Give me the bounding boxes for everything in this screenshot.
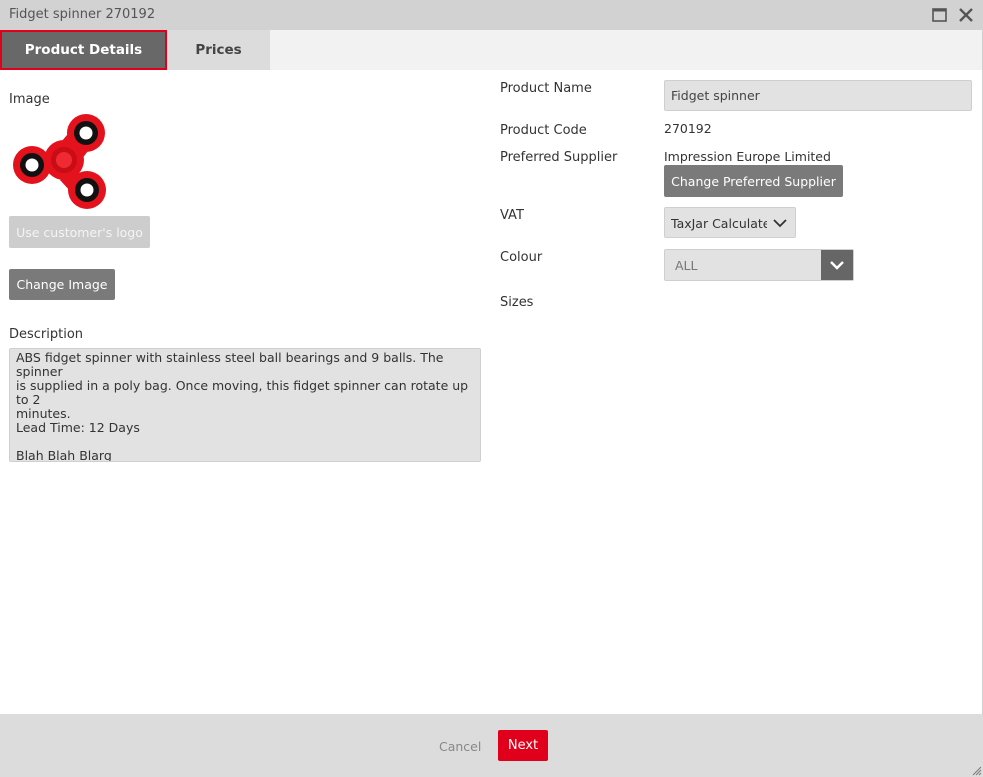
maximize-icon[interactable]	[931, 6, 949, 24]
tab-product-details[interactable]: Product Details	[0, 30, 167, 70]
change-image-button[interactable]: Change Image	[9, 269, 115, 300]
preferred-supplier-value: Impression Europe Limited	[664, 149, 831, 164]
colour-label: Colour	[500, 250, 543, 265]
chevron-down-icon	[830, 261, 844, 270]
colour-dropdown-toggle[interactable]	[821, 250, 853, 280]
next-button[interactable]: Next	[498, 730, 548, 761]
colour-select[interactable]: ALL	[664, 249, 854, 281]
cancel-button[interactable]: Cancel	[439, 739, 481, 754]
use-customer-logo-button[interactable]: Use customer's logo	[9, 216, 150, 248]
window-title: Fidget spinner 270192	[9, 7, 156, 22]
tab-prices[interactable]: Prices	[167, 30, 270, 70]
product-code-label: Product Code	[500, 123, 587, 138]
title-bar: Fidget spinner 270192	[0, 0, 983, 30]
change-preferred-supplier-button[interactable]: Change Preferred Supplier	[664, 165, 843, 197]
product-name-label: Product Name	[500, 81, 592, 96]
chevron-down-icon	[773, 219, 787, 228]
tab-bar: Product Details Prices	[0, 30, 983, 70]
description-textarea[interactable]: ABS fidget spinner with stainless steel …	[9, 348, 481, 462]
description-label: Description	[9, 327, 84, 342]
preferred-supplier-label: Preferred Supplier	[500, 150, 618, 165]
sizes-label: Sizes	[500, 295, 534, 310]
product-name-input[interactable]: Fidget spinner	[664, 80, 972, 111]
colour-select-value: ALL	[675, 258, 698, 273]
close-icon[interactable]	[957, 6, 975, 24]
product-image	[13, 114, 106, 209]
vat-select-value: TaxJar Calculated	[671, 216, 767, 231]
vat-select[interactable]: TaxJar Calculated	[664, 207, 796, 238]
image-label: Image	[9, 92, 50, 107]
vat-label: VAT	[500, 208, 524, 223]
resize-handle-icon[interactable]	[971, 765, 982, 776]
product-code-value: 270192	[664, 121, 712, 136]
footer: Cancel Next	[0, 714, 983, 777]
